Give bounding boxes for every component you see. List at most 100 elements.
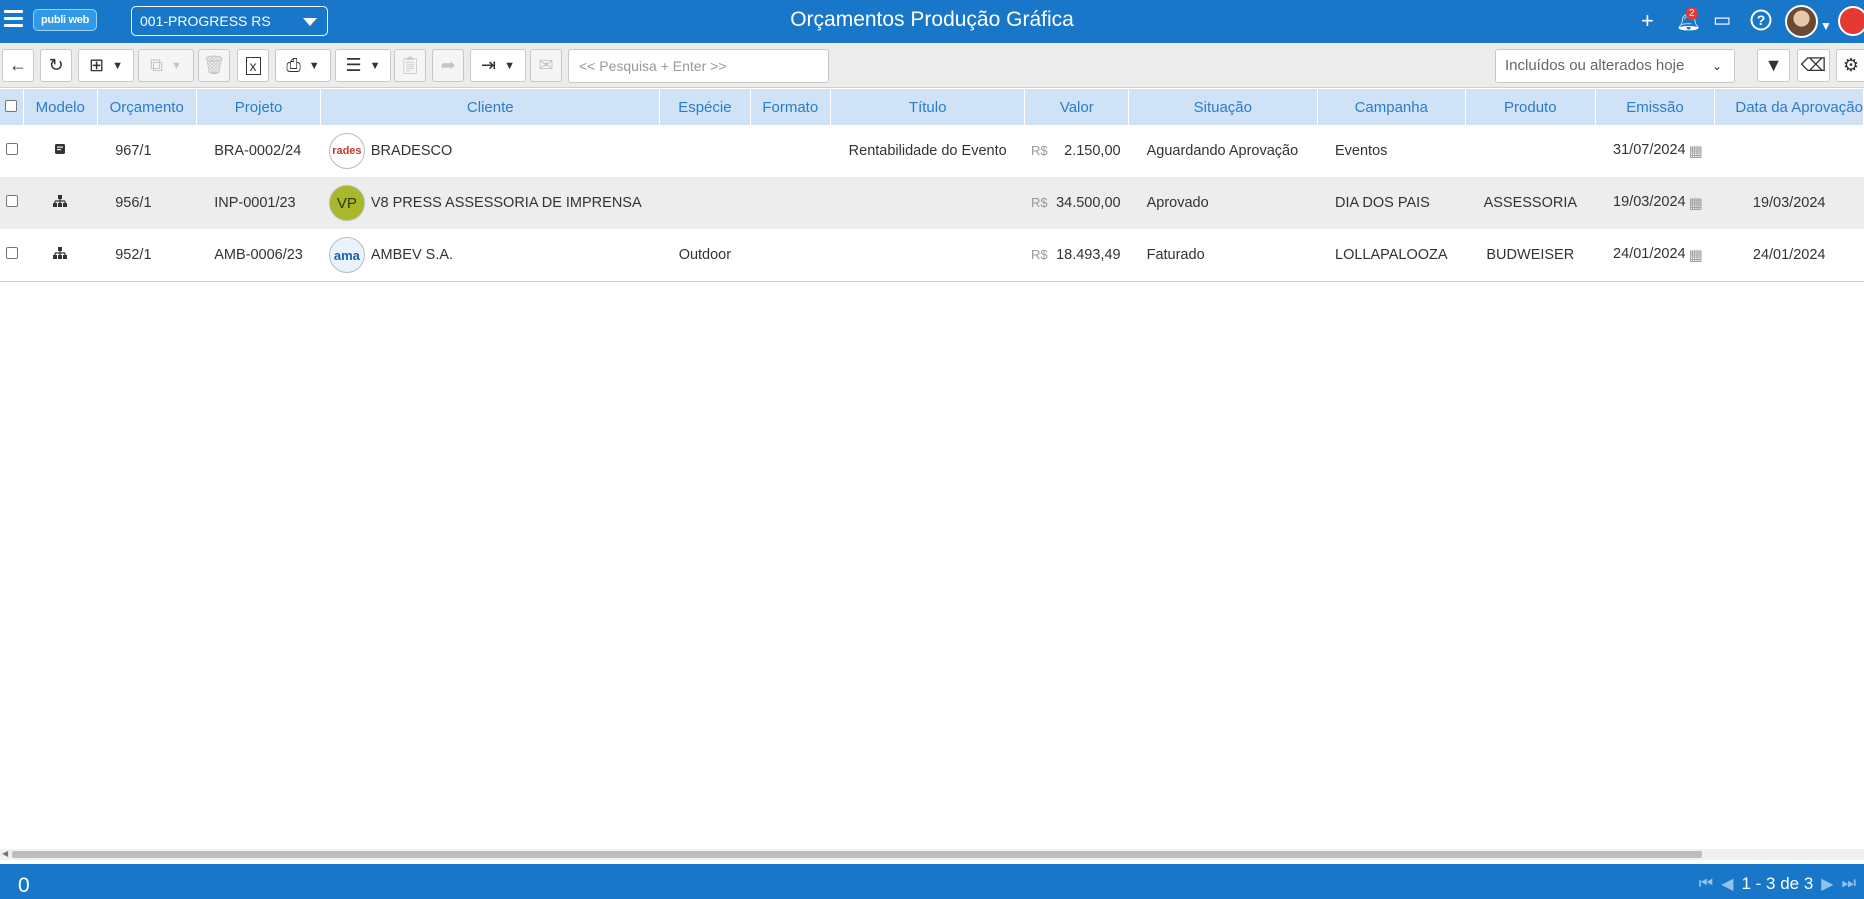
- col-cliente[interactable]: Cliente: [320, 89, 661, 125]
- forward-button[interactable]: ➦: [432, 49, 464, 82]
- mail-button[interactable]: ✉: [530, 49, 562, 82]
- col-titulo[interactable]: Título: [830, 89, 1026, 125]
- notification-badge: 2: [1686, 7, 1698, 20]
- export-button[interactable]: ⇥ ▼: [470, 49, 526, 82]
- pagination-label: 1 - 3 de 3: [1741, 874, 1814, 893]
- hierarchy-icon: [23, 229, 97, 281]
- orcamento-cell: 967/1: [115, 143, 152, 159]
- search-input[interactable]: << Pesquisa + Enter >>: [568, 49, 829, 83]
- table-row[interactable]: 952/1 AMB-0006/23 ama AMBEV S.A. Outdoor …: [0, 229, 1864, 281]
- forward-icon: ➦: [440, 55, 456, 75]
- refresh-icon: ↻: [48, 55, 64, 75]
- app-header: publi web 001-PROGRESS RS Orçamentos Pro…: [0, 0, 1864, 43]
- refresh-button[interactable]: ↻: [40, 49, 72, 82]
- back-icon: ←: [9, 55, 27, 75]
- chevron-down-icon[interactable]: ▼: [1820, 14, 1832, 38]
- campanha-cell: LOLLAPALOOZA: [1335, 247, 1448, 263]
- situacao-cell: Aprovado: [1128, 177, 1317, 229]
- back-button[interactable]: ←: [2, 49, 34, 82]
- clear-filter-button[interactable]: ⌫: [1797, 49, 1830, 82]
- table-row[interactable]: 956/1 INP-0001/23 VP V8 PRESS ASSESSORIA …: [0, 177, 1864, 229]
- table-row[interactable]: 967/1 BRA-0002/24 rades BRADESCO Rentabil…: [0, 125, 1864, 177]
- col-produto[interactable]: Produto: [1465, 89, 1596, 125]
- print-button[interactable]: ⎙ ▼: [275, 49, 331, 82]
- produto-cell: ASSESSORIA: [1465, 177, 1596, 229]
- select-all[interactable]: [0, 89, 24, 125]
- client-logo: rades: [328, 133, 365, 169]
- col-valor[interactable]: Valor: [1024, 89, 1130, 125]
- produto-cell: [1466, 125, 1595, 177]
- formato-cell: [750, 125, 830, 177]
- print-icon: ⎙: [286, 55, 301, 75]
- add-button[interactable]: ⊞ ▼: [78, 49, 134, 82]
- calendar-icon[interactable]: ▦: [1689, 194, 1703, 212]
- orcamento-cell: 956/1: [97, 177, 197, 229]
- bell-icon[interactable]: 🔔︎ 2: [1676, 7, 1701, 33]
- avatar[interactable]: [1785, 5, 1818, 38]
- help-icon[interactable]: ?: [1750, 9, 1772, 36]
- add-icon: ⊞: [89, 55, 105, 75]
- titulo-cell: [830, 229, 1025, 281]
- aprovacao-cell: 19/03/2024: [1714, 177, 1864, 229]
- col-campanha[interactable]: Campanha: [1317, 89, 1467, 125]
- last-page-icon[interactable]: ⏭: [1842, 875, 1856, 893]
- footer: 0 ⏮ ◀ 1 - 3 de 3 ▶ ⏭: [0, 864, 1864, 899]
- calendar-icon[interactable]: ▦: [1689, 142, 1703, 160]
- sort-icon: ☰: [345, 55, 362, 75]
- col-emissao[interactable]: Emissão: [1595, 89, 1716, 125]
- chevron-down-icon[interactable]: ▼: [309, 60, 320, 72]
- settings-button[interactable]: ⚙: [1836, 49, 1864, 82]
- col-formato[interactable]: Formato: [750, 89, 831, 125]
- especie-cell: [659, 177, 751, 229]
- delete-button[interactable]: 🗑︎: [198, 49, 230, 82]
- campanha-cell: Eventos: [1335, 143, 1388, 159]
- scroll-left-icon[interactable]: ◀: [2, 849, 8, 858]
- selected-count: 0: [18, 874, 30, 897]
- copy-button[interactable]: ⧉ ▼: [138, 49, 194, 82]
- row-checkbox[interactable]: [5, 195, 18, 207]
- emissao-cell: 31/07/2024: [1613, 142, 1686, 158]
- chevron-down-icon[interactable]: ▼: [504, 60, 515, 72]
- chevron-down-icon[interactable]: ▼: [171, 60, 182, 72]
- valor-cell: 18.493,49: [1056, 247, 1121, 263]
- row-checkbox[interactable]: [5, 247, 18, 259]
- excel-button[interactable]: x: [237, 49, 269, 82]
- col-modelo[interactable]: Modelo: [23, 89, 98, 125]
- filter-select[interactable]: Incluídos ou alterados hoje ⌄: [1495, 49, 1735, 83]
- col-especie[interactable]: Espécie: [659, 89, 751, 125]
- cliente-cell: BRADESCO: [370, 143, 453, 159]
- monitor-icon[interactable]: ▭: [1713, 9, 1731, 33]
- excel-icon: x: [245, 56, 261, 75]
- select-all-checkbox[interactable]: [5, 99, 18, 112]
- first-page-icon[interactable]: ⏮: [1699, 875, 1713, 893]
- especie-cell: Outdoor: [678, 247, 732, 263]
- sort-button[interactable]: ☰ ▼: [335, 49, 391, 82]
- row-checkbox[interactable]: [5, 143, 18, 155]
- col-situacao[interactable]: Situação: [1128, 89, 1318, 125]
- prev-page-icon[interactable]: ◀: [1721, 874, 1733, 894]
- horizontal-scrollbar[interactable]: ◀: [0, 849, 1864, 860]
- orcamento-cell: 952/1: [115, 247, 152, 263]
- pagination: ⏮ ◀ 1 - 3 de 3 ▶ ⏭: [1699, 874, 1856, 894]
- aprovacao-cell: 24/01/2024: [1752, 247, 1826, 263]
- clipboard-button[interactable]: 📋︎: [394, 49, 426, 82]
- filter-button[interactable]: ▼: [1757, 49, 1790, 82]
- col-projeto[interactable]: Projeto: [196, 89, 322, 125]
- calendar-icon[interactable]: ▦: [1689, 246, 1703, 264]
- chevron-down-icon[interactable]: ▼: [370, 60, 381, 72]
- page-title: Orçamentos Produção Gráfica: [790, 8, 1074, 31]
- filter-icon: ▼: [1764, 55, 1783, 75]
- add-icon[interactable]: +: [1641, 9, 1654, 33]
- scrollbar-thumb[interactable]: [12, 851, 1702, 858]
- col-data-aprovacao[interactable]: Data da Aprovação: [1714, 89, 1864, 125]
- data-grid: Modelo Orçamento Projeto Cliente Espécie…: [0, 89, 1864, 282]
- next-page-icon[interactable]: ▶: [1821, 874, 1833, 894]
- hierarchy-icon: [23, 177, 98, 229]
- col-orcamento[interactable]: Orçamento: [97, 89, 197, 125]
- campanha-cell: DIA DOS PAIS: [1317, 177, 1466, 229]
- emissao-cell: 19/03/2024: [1613, 194, 1686, 210]
- logout-icon[interactable]: [1838, 6, 1864, 36]
- chevron-down-icon: ⌄: [1711, 59, 1722, 73]
- chevron-down-icon[interactable]: ▼: [112, 60, 123, 72]
- document-icon: [23, 125, 97, 177]
